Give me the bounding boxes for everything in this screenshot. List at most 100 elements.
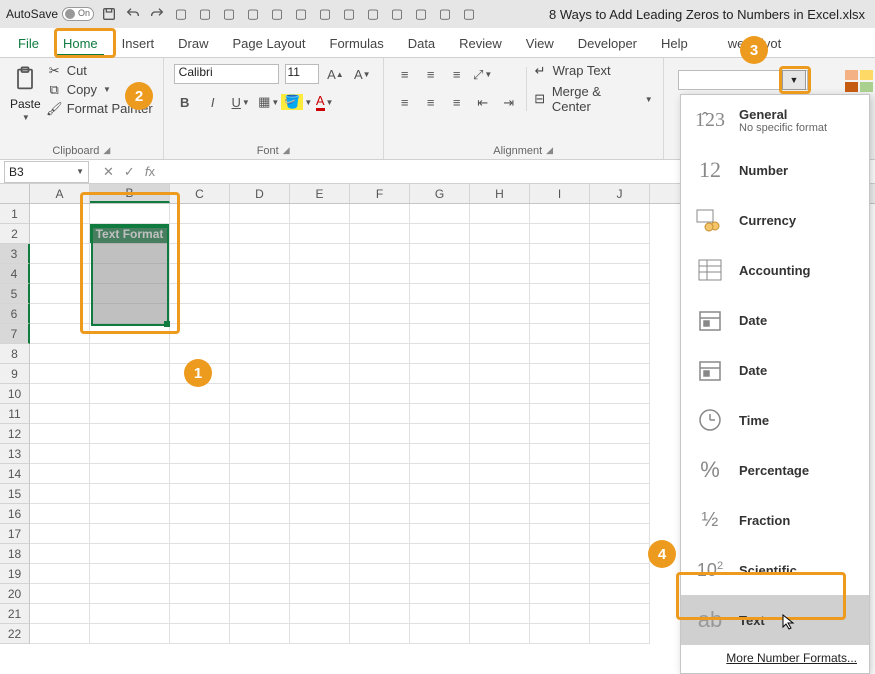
cell[interactable] bbox=[30, 524, 90, 544]
tab-developer[interactable]: Developer bbox=[566, 30, 649, 57]
cell[interactable] bbox=[30, 484, 90, 504]
cancel-formula-icon[interactable]: ✕ bbox=[103, 164, 114, 180]
cell[interactable] bbox=[170, 264, 230, 284]
cell[interactable] bbox=[530, 504, 590, 524]
cell[interactable] bbox=[290, 624, 350, 644]
row-header[interactable]: 18 bbox=[0, 544, 30, 564]
cell[interactable] bbox=[230, 304, 290, 324]
cell[interactable] bbox=[290, 264, 350, 284]
cell[interactable] bbox=[350, 264, 410, 284]
cell[interactable] bbox=[470, 524, 530, 544]
cell[interactable] bbox=[230, 204, 290, 224]
row-header[interactable]: 8 bbox=[0, 344, 30, 364]
align-right-icon[interactable]: ≡ bbox=[446, 92, 468, 114]
cell[interactable] bbox=[590, 284, 650, 304]
cell[interactable] bbox=[530, 564, 590, 584]
qat-icon[interactable]: ▢ bbox=[316, 5, 334, 23]
cell[interactable] bbox=[350, 564, 410, 584]
bold-button[interactable]: B bbox=[174, 91, 196, 113]
cell[interactable] bbox=[350, 524, 410, 544]
cell[interactable] bbox=[170, 204, 230, 224]
tab-insert[interactable]: Insert bbox=[110, 30, 167, 57]
cell[interactable] bbox=[350, 444, 410, 464]
format-option-accounting[interactable]: Accounting bbox=[681, 245, 869, 295]
col-header[interactable]: I bbox=[530, 184, 590, 203]
cell[interactable] bbox=[470, 344, 530, 364]
row-header[interactable]: 14 bbox=[0, 464, 30, 484]
row-header[interactable]: 3 bbox=[0, 244, 30, 264]
col-header[interactable]: C bbox=[170, 184, 230, 203]
cell[interactable] bbox=[530, 404, 590, 424]
cell[interactable] bbox=[350, 284, 410, 304]
col-header[interactable]: E bbox=[290, 184, 350, 203]
cell[interactable] bbox=[470, 244, 530, 264]
cell[interactable] bbox=[90, 484, 170, 504]
cell[interactable] bbox=[470, 304, 530, 324]
cell[interactable] bbox=[590, 244, 650, 264]
cell[interactable] bbox=[90, 524, 170, 544]
qat-icon[interactable]: ▢ bbox=[460, 5, 478, 23]
format-option-percentage[interactable]: %Percentage bbox=[681, 445, 869, 495]
align-bottom-icon[interactable]: ≡ bbox=[446, 64, 468, 86]
cell[interactable] bbox=[30, 444, 90, 464]
cell[interactable] bbox=[290, 564, 350, 584]
qat-icon[interactable]: ▢ bbox=[196, 5, 214, 23]
qat-icon[interactable]: ▢ bbox=[388, 5, 406, 23]
cell[interactable] bbox=[290, 204, 350, 224]
decrease-font-icon[interactable]: A▼ bbox=[352, 63, 373, 85]
cell[interactable] bbox=[590, 424, 650, 444]
cell[interactable] bbox=[90, 364, 170, 384]
cell[interactable] bbox=[290, 544, 350, 564]
cell[interactable] bbox=[350, 244, 410, 264]
cell[interactable] bbox=[170, 524, 230, 544]
cell[interactable] bbox=[470, 604, 530, 624]
row-header[interactable]: 17 bbox=[0, 524, 30, 544]
cell[interactable] bbox=[30, 344, 90, 364]
tab-home[interactable]: Home bbox=[51, 30, 110, 57]
cell[interactable] bbox=[290, 304, 350, 324]
cell[interactable] bbox=[350, 464, 410, 484]
row-header[interactable]: 16 bbox=[0, 504, 30, 524]
cell[interactable] bbox=[170, 304, 230, 324]
cell[interactable] bbox=[530, 384, 590, 404]
save-icon[interactable] bbox=[100, 5, 118, 23]
paste-button[interactable]: Paste ▼ bbox=[10, 63, 41, 122]
col-header[interactable]: J bbox=[590, 184, 650, 203]
dialog-launcher-icon[interactable]: ◢ bbox=[546, 145, 553, 157]
border-button[interactable]: ▦▼ bbox=[258, 91, 280, 113]
align-top-icon[interactable]: ≡ bbox=[394, 64, 416, 86]
row-header[interactable]: 1 bbox=[0, 204, 30, 224]
cell[interactable] bbox=[350, 424, 410, 444]
cell[interactable] bbox=[470, 204, 530, 224]
cell[interactable] bbox=[590, 484, 650, 504]
cell[interactable] bbox=[530, 244, 590, 264]
cell[interactable] bbox=[230, 564, 290, 584]
cell[interactable] bbox=[90, 204, 170, 224]
cell[interactable] bbox=[590, 604, 650, 624]
tab-data[interactable]: Data bbox=[396, 30, 447, 57]
cell[interactable] bbox=[350, 504, 410, 524]
cell[interactable] bbox=[590, 544, 650, 564]
cell[interactable] bbox=[290, 364, 350, 384]
cell[interactable] bbox=[230, 584, 290, 604]
cell[interactable] bbox=[530, 444, 590, 464]
number-format-dropdown-trigger[interactable]: ▼ bbox=[782, 70, 806, 90]
cell[interactable] bbox=[470, 324, 530, 344]
cell[interactable] bbox=[350, 304, 410, 324]
cell[interactable] bbox=[230, 524, 290, 544]
cell[interactable] bbox=[530, 304, 590, 324]
cell[interactable] bbox=[90, 404, 170, 424]
cell[interactable] bbox=[410, 344, 470, 364]
cell[interactable] bbox=[410, 304, 470, 324]
dialog-launcher-icon[interactable]: ◢ bbox=[103, 145, 110, 157]
select-all-corner[interactable] bbox=[0, 184, 30, 203]
cell[interactable] bbox=[410, 484, 470, 504]
cell[interactable] bbox=[410, 424, 470, 444]
cell[interactable] bbox=[590, 624, 650, 644]
cell[interactable] bbox=[290, 464, 350, 484]
cell[interactable] bbox=[470, 224, 530, 244]
row-header[interactable]: 13 bbox=[0, 444, 30, 464]
row-header[interactable]: 19 bbox=[0, 564, 30, 584]
dialog-launcher-icon[interactable]: ◢ bbox=[283, 145, 290, 157]
cell[interactable] bbox=[90, 384, 170, 404]
